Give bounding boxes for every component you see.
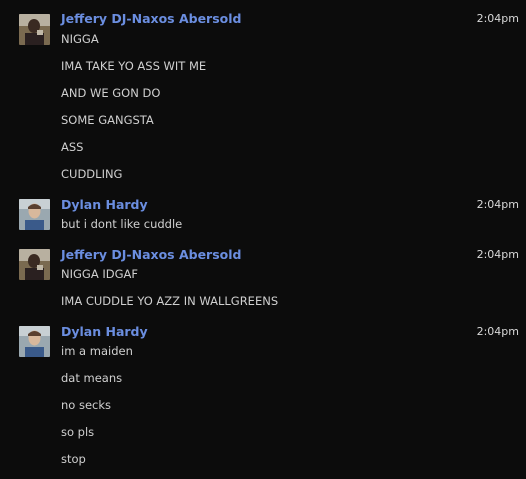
message-text: NIGGA xyxy=(61,32,99,46)
message-text: no secks xyxy=(61,398,112,412)
sender-name[interactable]: Dylan Hardy xyxy=(61,197,148,213)
sender-name[interactable]: Dylan Hardy xyxy=(61,324,148,340)
message-text: SOME GANGSTA xyxy=(61,113,154,127)
message-text: NIGGA IDGAF xyxy=(61,267,138,281)
message-timestamp: 2:04pm xyxy=(476,248,519,261)
message-text: dat means xyxy=(61,371,123,385)
message-text: stop xyxy=(61,452,86,466)
message-text: but i dont like cuddle xyxy=(61,217,183,231)
message-text: IMA TAKE YO ASS WIT ME xyxy=(61,59,207,73)
sender-name[interactable]: Jeffery DJ-Naxos Abersold xyxy=(61,11,241,27)
message-text: AND WE GON DO xyxy=(61,86,161,100)
message-text: IMA CUDDLE YO AZZ IN WALLGREENS xyxy=(61,294,279,308)
message-text: ASS xyxy=(61,140,84,154)
avatar-jeffery[interactable] xyxy=(19,249,50,280)
avatar-jeffery[interactable] xyxy=(19,14,50,45)
message-timestamp: 2:04pm xyxy=(476,12,519,25)
sender-name[interactable]: Jeffery DJ-Naxos Abersold xyxy=(61,247,241,263)
message-timestamp: 2:04pm xyxy=(476,198,519,211)
avatar-dylan[interactable] xyxy=(19,199,50,230)
avatar-dylan[interactable] xyxy=(19,326,50,357)
message-text: so pls xyxy=(61,425,95,439)
message-text: CUDDLING xyxy=(61,167,123,181)
message-text: im a maiden xyxy=(61,344,133,358)
chat-transcript: Jeffery DJ-Naxos Abersold 2:04pm NIGGA I… xyxy=(0,0,526,479)
message-timestamp: 2:04pm xyxy=(476,325,519,338)
